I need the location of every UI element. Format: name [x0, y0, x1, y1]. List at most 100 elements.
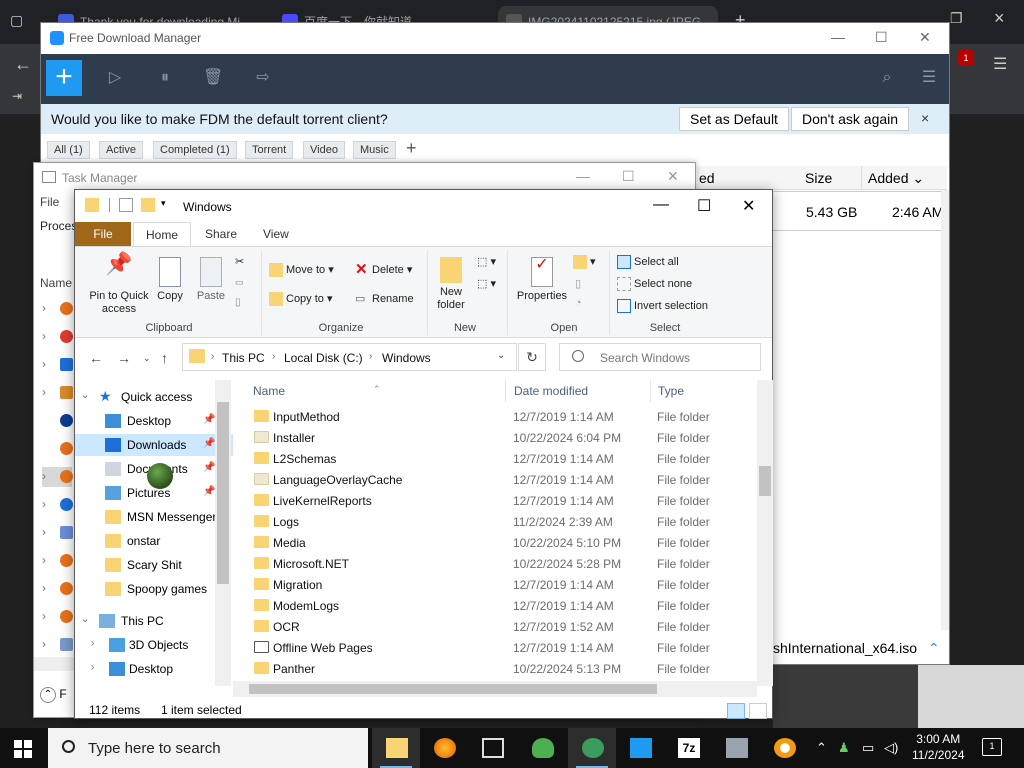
chevron-down-icon[interactable]: ▾ — [161, 198, 175, 212]
tab-share[interactable]: Share — [193, 222, 249, 246]
search-box[interactable]: Search Windows — [559, 343, 761, 371]
expand-icon[interactable]: › — [42, 469, 46, 483]
table-row[interactable]: Offline Web Pages 12/7/2019 1:14 AM File f… — [247, 637, 757, 658]
cut-icon[interactable]: ✂ — [235, 255, 244, 268]
delete-icon[interactable]: 🗑 — [203, 68, 223, 88]
path-this-pc[interactable]: This PC — [222, 351, 265, 365]
column-added-partial[interactable]: ed — [699, 170, 715, 186]
nav-item-3d-objects[interactable]: › 3D Objects — [75, 634, 233, 656]
pin-icon[interactable]: 📌 — [203, 438, 215, 449]
minimize-icon[interactable]: — — [576, 168, 590, 184]
column-separator[interactable] — [505, 380, 506, 402]
column-date[interactable]: Date modified — [514, 384, 588, 398]
move-folder-icon[interactable]: ⇨ — [253, 68, 273, 88]
nav-item-desktop[interactable]: › Desktop — [75, 658, 233, 680]
process-row[interactable]: › — [42, 523, 73, 543]
pause-icon[interactable]: ⏸ — [155, 68, 175, 88]
process-row[interactable]: › — [42, 383, 73, 403]
column-name[interactable]: Name — [253, 384, 285, 398]
forward-icon[interactable]: → — [117, 350, 131, 366]
process-row[interactable]: › — [42, 551, 73, 571]
chevron-right-icon[interactable]: › — [272, 351, 275, 362]
resume-icon[interactable]: ▷ — [105, 68, 125, 88]
rename-button[interactable]: ▭ Rename — [355, 292, 414, 306]
taskbar-search[interactable]: Type here to search — [48, 728, 368, 768]
expand-icon[interactable]: › — [42, 301, 46, 315]
history-icon[interactable]: ◔ — [575, 297, 582, 309]
column-size[interactable]: Size — [805, 170, 832, 186]
tm-menu-file[interactable]: File — [40, 195, 59, 209]
details-view-button[interactable] — [727, 703, 745, 719]
volume-icon[interactable]: ◁) — [884, 740, 898, 756]
copy-to-button[interactable]: Copy to ▾ — [269, 292, 333, 307]
process-row[interactable]: › — [42, 299, 73, 319]
filter-music[interactable]: Music — [353, 141, 396, 159]
taskbar-fdm[interactable] — [568, 728, 616, 768]
banner-close-button[interactable]: × — [921, 110, 929, 126]
nav-item-onstar[interactable]: onstar — [75, 530, 233, 552]
pin-icon[interactable]: 📌 — [203, 462, 215, 473]
filter-completed[interactable]: Completed (1) — [153, 141, 237, 159]
add-filter-button[interactable]: + — [406, 138, 417, 159]
edit-icon[interactable]: ▯ — [575, 277, 581, 290]
properties-check-icon[interactable] — [119, 198, 133, 212]
move-to-button[interactable]: Move to ▾ — [269, 263, 334, 278]
paste-shortcut-icon[interactable]: ▯ — [235, 297, 241, 308]
maximize-icon[interactable]: ☐ — [697, 196, 711, 216]
table-row[interactable]: Panther 10/22/2024 5:13 PM File folder — [247, 658, 757, 679]
taskbar-messenger[interactable] — [518, 728, 566, 768]
browser-close-button[interactable]: × — [994, 8, 1005, 29]
add-download-button[interactable]: + — [46, 60, 82, 96]
column-added[interactable]: Added ⌄ — [861, 166, 924, 190]
file-scrollbar-thumb[interactable] — [759, 466, 771, 496]
process-row[interactable]: › — [42, 327, 73, 347]
back-icon[interactable]: ← — [89, 350, 103, 366]
chevron-right-icon[interactable]: › — [369, 351, 372, 362]
table-row[interactable]: OCR 12/7/2019 1:52 AM File folder — [247, 616, 757, 637]
large-icons-view-button[interactable] — [749, 703, 767, 719]
process-row[interactable] — [42, 439, 73, 459]
process-row[interactable] — [42, 411, 73, 431]
copy-path-icon[interactable]: ▭ — [235, 277, 244, 288]
back-arrow-icon[interactable]: ← — [14, 54, 32, 75]
bottom-download-panel[interactable]: shInternational_x64.iso ⌃ — [773, 640, 949, 664]
column-type[interactable]: Type — [658, 384, 684, 398]
expand-icon[interactable]: › — [42, 609, 46, 623]
easy-access-icon[interactable]: ⬚ ▾ — [477, 277, 496, 290]
tray-messenger-icon[interactable]: ♟ — [838, 740, 850, 756]
taskbar-app-3[interactable] — [468, 728, 516, 768]
close-icon[interactable]: ✕ — [742, 196, 755, 216]
filter-torrent[interactable]: Torrent — [245, 141, 294, 159]
extension-badge-icon[interactable]: 1 — [958, 50, 974, 66]
taskbar-app-6[interactable] — [616, 728, 664, 768]
taskbar-7zip[interactable]: 7z — [664, 728, 712, 768]
close-icon[interactable]: ✕ — [919, 29, 931, 46]
select-none-button[interactable]: Select none — [617, 277, 692, 291]
delete-button[interactable]: ✕ Delete ▾ — [355, 262, 412, 277]
expand-icon[interactable]: › — [42, 497, 46, 511]
tab-view[interactable]: View — [251, 222, 301, 246]
column-separator[interactable] — [650, 380, 651, 402]
nav-item-this-pc[interactable]: ⌄ This PC — [75, 610, 233, 632]
paste-button[interactable]: Paste — [193, 257, 229, 303]
table-row[interactable]: LanguageOverlayCache 12/7/2019 1:14 AM Fil… — [247, 469, 757, 490]
expand-icon[interactable]: › — [42, 637, 46, 651]
maximize-icon[interactable]: ☐ — [875, 29, 888, 46]
table-row[interactable]: InputMethod 12/7/2019 1:14 AM File folder — [247, 406, 757, 427]
chevron-down-icon[interactable]: ⌄ — [497, 350, 505, 361]
nav-item-desktop[interactable]: Desktop 📌 — [75, 410, 233, 432]
up-icon[interactable]: ↑ — [161, 350, 168, 366]
dont-ask-button[interactable]: Don't ask again — [791, 107, 910, 131]
restore-icon[interactable]: ❐ — [950, 10, 963, 27]
pin-icon[interactable]: 📌 — [203, 414, 215, 425]
tm-column-name[interactable]: Name — [40, 276, 72, 290]
expand-icon[interactable]: › — [42, 525, 46, 539]
network-icon[interactable]: ▭ — [862, 740, 874, 756]
browser-menu-icon[interactable]: ☰ — [993, 54, 1007, 74]
notification-center-icon[interactable]: 1 — [982, 738, 1002, 756]
tab-actions-icon[interactable]: ▢ — [10, 12, 23, 29]
horizontal-scrollbar-thumb[interactable] — [249, 684, 657, 694]
taskbar-app-8[interactable] — [712, 728, 760, 768]
new-item-icon[interactable]: ⬚ ▾ — [477, 255, 496, 268]
refresh-button[interactable]: ↻ — [518, 343, 546, 371]
